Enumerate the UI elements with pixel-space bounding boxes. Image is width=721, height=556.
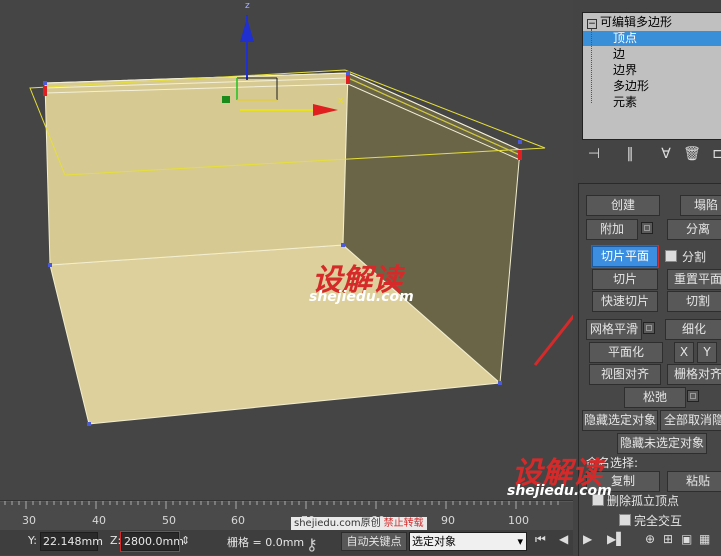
planar-y-button[interactable]: Y bbox=[697, 342, 717, 363]
watermark-url-2: shejiedu.com bbox=[507, 483, 612, 499]
zoom-extents-all-icon[interactable]: ▦ bbox=[699, 532, 710, 546]
selected-vertex[interactable] bbox=[346, 74, 350, 84]
status-bar: Y: 22.148mm Z: 2800.0mm ⇕ 栅格 = 0.0mm ⚷ 自… bbox=[0, 517, 573, 555]
unhide-all-button[interactable]: 全部取消隐 bbox=[660, 410, 721, 431]
annotation-arrow-line bbox=[533, 314, 573, 366]
attach-settings-icon[interactable] bbox=[641, 222, 653, 234]
slice-button[interactable]: 切片 bbox=[592, 269, 658, 290]
quick-slice-button[interactable]: 快速切片 bbox=[592, 291, 658, 312]
msmooth-settings-icon[interactable] bbox=[643, 322, 655, 334]
y-coord-label: Y: bbox=[28, 534, 37, 547]
frame-tick-90: 90 bbox=[441, 514, 455, 527]
z-axis-arrow-icon[interactable] bbox=[240, 18, 254, 42]
planar-x-button[interactable]: X bbox=[674, 342, 694, 363]
split-label: 分割 bbox=[682, 250, 707, 264]
frame-tick-40: 40 bbox=[92, 514, 106, 527]
z-axis-label: z bbox=[245, 1, 250, 11]
perspective-viewport[interactable]: z x 设解读 shejiedu.com bbox=[0, 0, 573, 500]
vertex[interactable] bbox=[48, 263, 52, 267]
vertex[interactable] bbox=[346, 71, 350, 75]
stack-item-vertex[interactable]: 顶点 bbox=[583, 31, 721, 46]
remove-modifier-icon[interactable]: 🗑 bbox=[681, 144, 703, 164]
reset-plane-button[interactable]: 重置平面 bbox=[667, 269, 721, 290]
paste-button[interactable]: 粘贴 bbox=[667, 471, 721, 492]
vertex[interactable] bbox=[518, 140, 522, 144]
pin-stack-icon[interactable]: ⊣ bbox=[583, 144, 605, 164]
frame-tick-30: 30 bbox=[22, 514, 36, 527]
delete-isolated-label: 删除孤立顶点 bbox=[607, 494, 680, 508]
attach-button[interactable]: 附加 bbox=[586, 219, 638, 240]
stack-root[interactable]: − 可编辑多边形 bbox=[587, 15, 672, 30]
cut-button[interactable]: 切割 bbox=[667, 291, 721, 312]
grid-align-button[interactable]: 栅格对齐 bbox=[667, 364, 721, 385]
relax-settings-icon[interactable] bbox=[687, 390, 699, 402]
chevron-down-icon: ▾ bbox=[517, 535, 523, 548]
selection-set-dropdown[interactable]: 选定对象 ▾ bbox=[409, 532, 527, 551]
modifier-stack[interactable]: − 可编辑多边形 顶点 边 边界 多边形 元素 bbox=[582, 12, 721, 140]
frame-tick-50: 50 bbox=[162, 514, 176, 527]
next-frame-icon[interactable]: ▶▌ bbox=[607, 532, 625, 546]
viewport-scene[interactable]: z x bbox=[0, 0, 573, 500]
frame-tick-100: 100 bbox=[508, 514, 529, 527]
split-checkbox[interactable] bbox=[665, 250, 677, 262]
playback-controls: ⏮ ◀ ▶ ▶▌ bbox=[535, 532, 645, 552]
msmooth-button[interactable]: 网格平滑 bbox=[586, 319, 642, 340]
full-interactivity-checkbox[interactable] bbox=[619, 514, 631, 526]
stack-item-border[interactable]: 边界 bbox=[613, 63, 637, 78]
y-coord-field[interactable]: 22.148mm bbox=[40, 532, 103, 551]
tessellate-button[interactable]: 细化 bbox=[665, 319, 721, 340]
z-spinner-icon[interactable]: ⇕ bbox=[181, 534, 190, 547]
edit-geometry-rollout: 创建 塌陷 附加 分离 切片平面 分割 切片 重置平面 快速切片 切割 网格平滑… bbox=[578, 183, 721, 556]
viewport-nav-controls: ⊕ ⊞ ▣ ▦ bbox=[645, 532, 721, 552]
detach-button[interactable]: 分离 bbox=[667, 219, 721, 240]
copyright-watermark: shejiedu.com原创 禁止转载 bbox=[291, 517, 427, 530]
relax-button[interactable]: 松弛 bbox=[624, 387, 686, 408]
back-wall-face[interactable] bbox=[44, 72, 349, 266]
selected-vertex[interactable] bbox=[43, 86, 47, 96]
configure-sets-icon[interactable]: ⊏ bbox=[707, 144, 721, 164]
command-panel: − 可编辑多边形 顶点 边 边界 多边形 元素 ⊣ ‖ ∀ 🗑 ⊏ 创建 塌陷 附… bbox=[507, 0, 721, 556]
x-axis-label: x bbox=[338, 96, 344, 106]
watermark-url: shejiedu.com bbox=[309, 289, 414, 305]
z-coord-field[interactable]: 2800.0mm bbox=[120, 531, 184, 552]
vertex[interactable] bbox=[87, 422, 91, 426]
view-align-button[interactable]: 视图对齐 bbox=[589, 364, 661, 385]
frame-tick-60: 60 bbox=[231, 514, 245, 527]
gizmo-handle[interactable] bbox=[222, 96, 230, 103]
play-icon[interactable]: ▶ bbox=[583, 532, 592, 546]
z-coord-label: Z: bbox=[110, 534, 122, 547]
previous-frame-icon[interactable]: ◀ bbox=[559, 532, 568, 546]
vertex[interactable] bbox=[341, 243, 345, 247]
key-icon[interactable]: ⚷ bbox=[306, 535, 318, 554]
hide-selected-button[interactable]: 隐藏选定对象 bbox=[582, 410, 658, 431]
full-interactivity-label: 完全交互 bbox=[634, 514, 683, 528]
stack-item-edge[interactable]: 边 bbox=[613, 47, 625, 62]
make-unique-icon[interactable]: ∀ bbox=[655, 144, 677, 164]
selected-vertex[interactable] bbox=[518, 150, 522, 160]
grid-spacing-label: 栅格 = 0.0mm bbox=[227, 536, 305, 549]
stack-item-element[interactable]: 元素 bbox=[613, 95, 637, 110]
time-slider-track[interactable]: 30 40 50 60 70 80 90 100 bbox=[0, 500, 573, 531]
zoom-icon[interactable]: ⊕ bbox=[645, 532, 655, 546]
zoom-extents-icon[interactable]: ▣ bbox=[681, 532, 692, 546]
vertex[interactable] bbox=[43, 81, 47, 85]
create-button[interactable]: 创建 bbox=[586, 195, 660, 216]
auto-key-button[interactable]: 自动关键点 bbox=[341, 532, 407, 551]
show-end-result-icon[interactable]: ‖ bbox=[619, 144, 641, 164]
zoom-all-icon[interactable]: ⊞ bbox=[663, 532, 673, 546]
collapse-icon[interactable]: − bbox=[587, 19, 597, 29]
collapse-button[interactable]: 塌陷 bbox=[680, 195, 721, 216]
make-planar-button[interactable]: 平面化 bbox=[589, 342, 663, 363]
go-to-start-icon[interactable]: ⏮ bbox=[535, 532, 546, 547]
stack-toolbar: ⊣ ‖ ∀ 🗑 ⊏ bbox=[583, 144, 721, 164]
hide-unselected-button[interactable]: 隐藏未选定对象 bbox=[617, 433, 707, 454]
stack-item-polygon[interactable]: 多边形 bbox=[613, 79, 649, 94]
vertex[interactable] bbox=[498, 381, 502, 385]
slice-plane-button[interactable]: 切片平面 bbox=[591, 245, 659, 268]
